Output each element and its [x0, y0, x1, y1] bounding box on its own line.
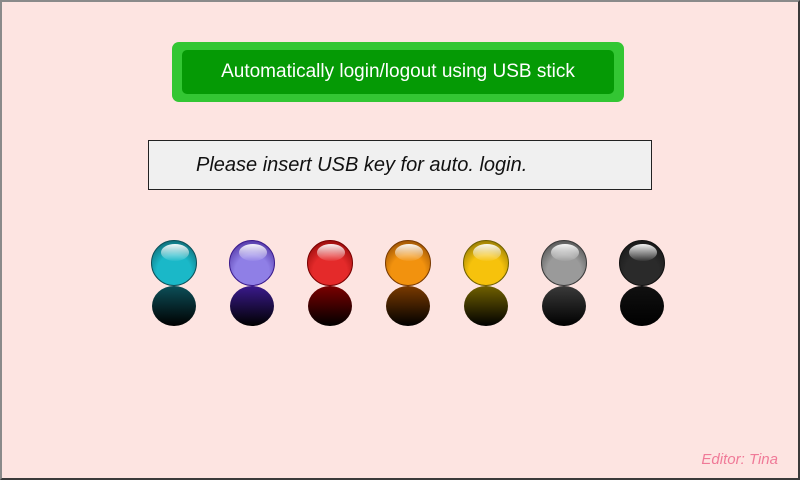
indicator-red-highlight	[317, 244, 345, 261]
indicator-red-reflection	[308, 286, 352, 326]
title-banner-inner: Automatically login/logout using USB sti…	[182, 50, 614, 94]
indicator-yellow-reflection	[464, 286, 508, 326]
title-banner: Automatically login/logout using USB sti…	[172, 42, 624, 102]
indicator-cyan-reflection	[152, 286, 196, 326]
indicator-yellow-orb	[463, 240, 509, 286]
indicator-violet-reflection	[230, 286, 274, 326]
editor-credit: Editor: Tina	[701, 451, 778, 468]
indicator-black-highlight	[629, 244, 657, 261]
indicator-orange-orb	[385, 240, 431, 286]
page-title: Automatically login/logout using USB sti…	[221, 61, 575, 82]
indicator-orange-highlight	[395, 244, 423, 261]
indicator-silver-highlight	[551, 244, 579, 261]
indicator-orange-reflection	[386, 286, 430, 326]
indicator-cyan-orb	[151, 240, 197, 286]
indicator-silver-reflection	[542, 286, 586, 326]
indicator-violet-orb	[229, 240, 275, 286]
indicator-black-orb	[619, 240, 665, 286]
status-message: Please insert USB key for auto. login.	[196, 153, 528, 176]
indicator-black-reflection	[620, 286, 664, 326]
indicator-red-orb	[307, 240, 353, 286]
indicator-violet-highlight	[239, 244, 267, 261]
indicator-cyan-highlight	[161, 244, 189, 261]
status-message-box: Please insert USB key for auto. login.	[148, 140, 652, 190]
indicator-yellow-highlight	[473, 244, 501, 261]
indicator-silver-orb	[541, 240, 587, 286]
app-window: Automatically login/logout using USB sti…	[0, 0, 800, 480]
